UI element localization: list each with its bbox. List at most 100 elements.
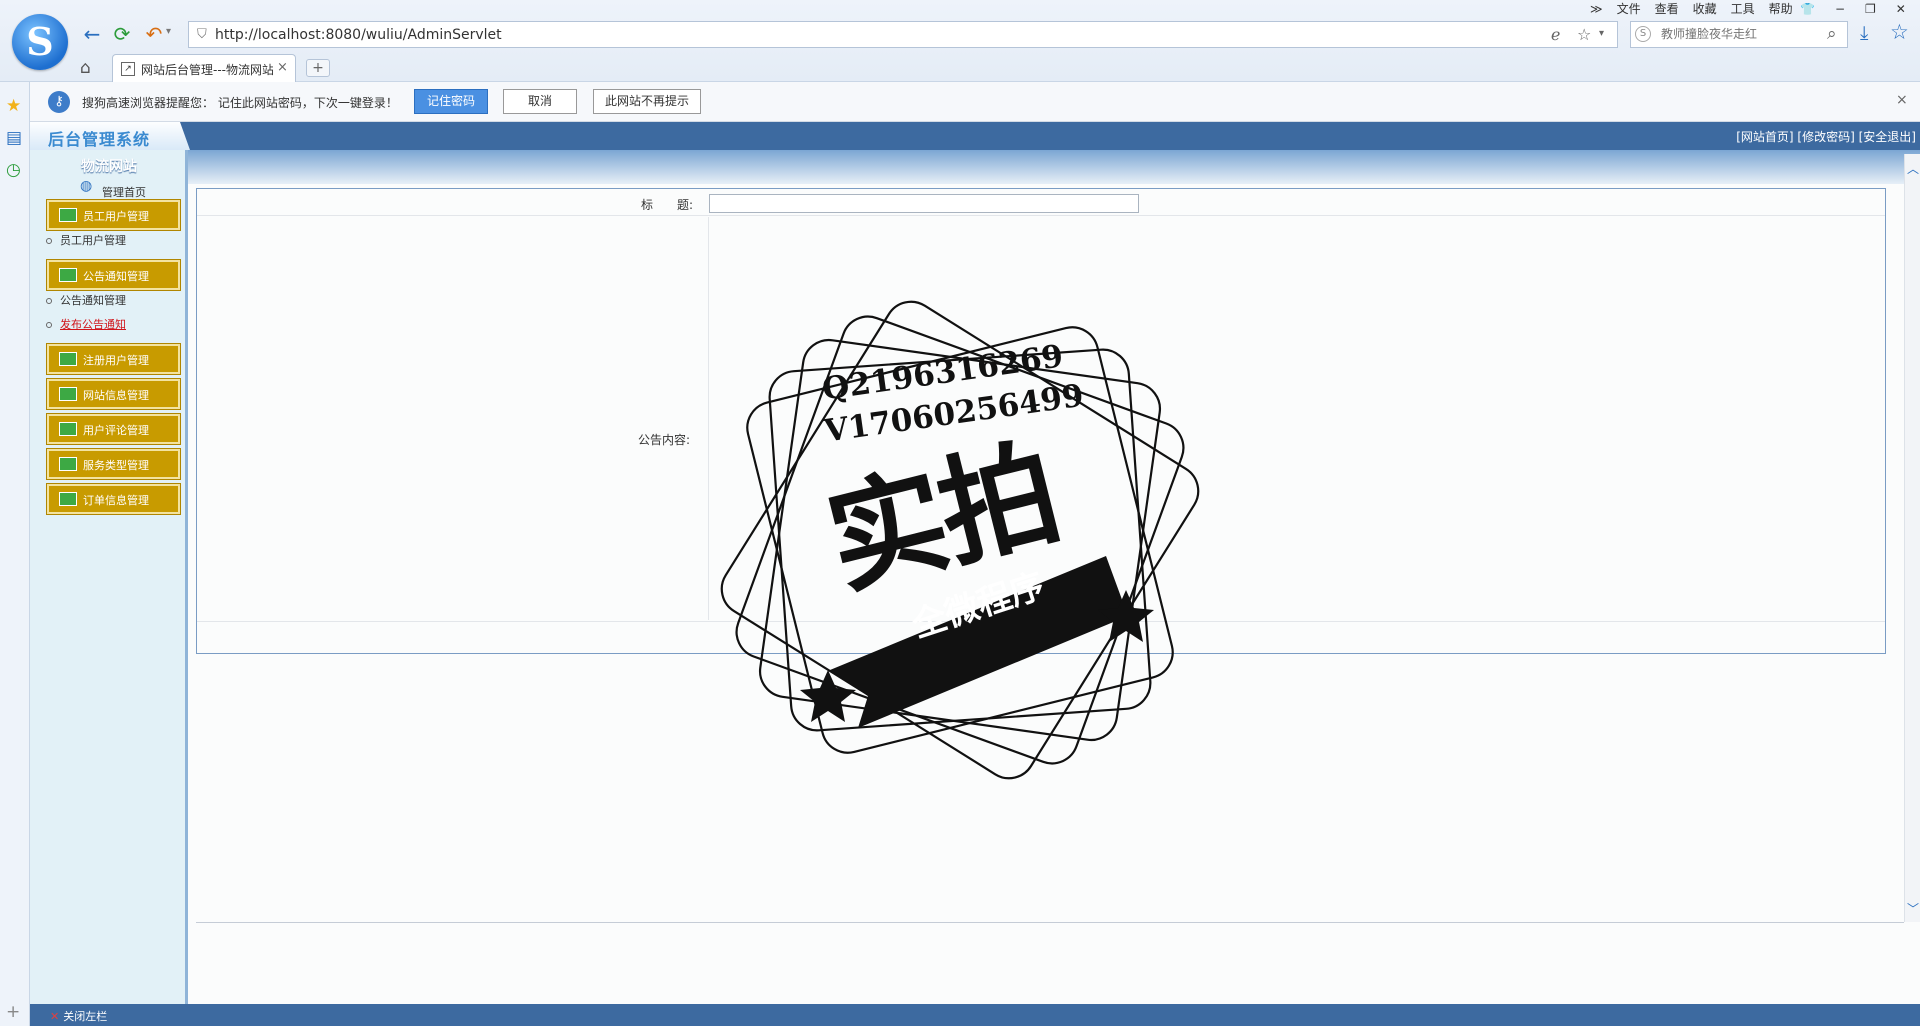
menu-label: 服务类型管理 (83, 459, 149, 472)
minimize-button[interactable]: − (1835, 0, 1845, 18)
scroll-up-icon[interactable]: ︿ (1907, 160, 1919, 177)
link-site-home[interactable]: [网站首页] (1736, 130, 1793, 144)
folder-icon (59, 492, 77, 506)
sub-notices[interactable]: 公告通知管理 (46, 292, 126, 308)
top-links: [网站首页] [修改密码] [安全退出] (1736, 128, 1916, 145)
menu-notices[interactable]: 公告通知管理 (46, 259, 181, 291)
content-label: 公告内容: (638, 433, 691, 447)
browser-titlebar: ← ⟳ ↶ ▾ ⛉ http://localhost:8080/wuliu/Ad… (0, 0, 1920, 82)
left-nav: 物流网站 ◍ 管理首页 员工用户管理 员工用户管理 公告通知管理 公告通知管理 … (30, 150, 188, 1020)
chevron-down-icon[interactable]: ▾ (166, 26, 171, 37)
vertical-scrollbar[interactable]: ︿ ﹀ (1904, 154, 1920, 922)
restore-button[interactable]: ❐ (1865, 0, 1876, 18)
menu-orders[interactable]: 订单信息管理 (46, 483, 181, 515)
close-icon[interactable]: × (1896, 92, 1908, 108)
skin-icon[interactable]: 👕 (1800, 0, 1815, 18)
title-label: 标 题: (641, 198, 694, 212)
folder-icon (59, 457, 77, 471)
link-change-password[interactable]: [修改密码] (1797, 130, 1854, 144)
folder-icon (59, 422, 77, 436)
folder-icon (59, 387, 77, 401)
menu-label: 用户评论管理 (83, 424, 149, 437)
tab-admin[interactable]: ↗ 网站后台管理---物流网站 × (112, 54, 296, 82)
menu-favorites[interactable]: 收藏 (1693, 0, 1717, 18)
menu-file[interactable]: 文件 (1617, 0, 1641, 18)
menu-label: 订单信息管理 (83, 494, 149, 507)
brand-tab: 后台管理系统 (30, 122, 190, 150)
sub-staff-users[interactable]: 员工用户管理 (46, 232, 126, 248)
sub-label: 公告通知管理 (60, 294, 126, 307)
system-title: 后台管理系统 (48, 130, 151, 149)
reading-icon[interactable]: ▤ (6, 128, 22, 148)
menu-label: 员工用户管理 (83, 210, 149, 223)
add-icon[interactable]: + (6, 1002, 20, 1022)
security-shield-icon: ⛉ (197, 27, 207, 42)
menu-view[interactable]: 查看 (1655, 0, 1679, 18)
menu-help[interactable]: 帮助 (1769, 0, 1793, 18)
sub-publish-notice[interactable]: 发布公告通知 (46, 316, 126, 332)
close-icon: ✕ (50, 1010, 60, 1023)
url-text[interactable]: http://localhost:8080/wuliu/AdminServlet (215, 27, 502, 43)
tab-close-icon[interactable]: × (277, 60, 288, 75)
cancel-button[interactable]: 取消 (503, 89, 577, 114)
close-left-label: 关闭左栏 (63, 1010, 108, 1023)
search-engine-icon[interactable]: S (1635, 26, 1651, 42)
remember-password-button[interactable]: 记住密码 (414, 89, 488, 114)
divider (196, 922, 1904, 923)
menu-label: 注册用户管理 (83, 354, 149, 367)
key-icon: ⚷ (48, 91, 70, 113)
browser-menu: ≫ 文件 查看 收藏 工具 帮助 (1590, 0, 1793, 18)
menu-label: 网站信息管理 (83, 389, 149, 402)
chevron-down-icon[interactable]: ▾ (1599, 28, 1604, 39)
search-icon[interactable]: ⌕ (1827, 24, 1837, 44)
bookmark-star-icon[interactable]: ☆ (1577, 25, 1591, 44)
globe-icon: ◍ (80, 178, 93, 194)
sub-label: 员工用户管理 (60, 234, 126, 247)
favorites-star-icon[interactable]: ☆ (1890, 20, 1909, 44)
history-clock-icon[interactable]: ◷ (6, 160, 21, 180)
close-window-button[interactable]: ✕ (1896, 0, 1906, 18)
browser-sidebar: ★ ▤ ◷ + (0, 82, 30, 1026)
admin-home-link[interactable]: 管理首页 (102, 184, 146, 200)
bullet-icon (46, 238, 52, 244)
bullet-icon (46, 322, 52, 328)
new-tab-button[interactable]: + (306, 59, 330, 77)
close-left-panel-button[interactable]: ✕ 关闭左栏 (50, 1008, 107, 1024)
password-prompt-bar: ⚷ 搜狗高速浏览器提醒您： 记住此网站密码，下次一键登录！ 记住密码 取消 此网… (30, 82, 1920, 122)
menu-registered-users[interactable]: 注册用户管理 (46, 343, 181, 375)
site-name: 物流网站 (81, 159, 137, 175)
folder-icon (59, 268, 77, 282)
favorites-icon[interactable]: ★ (6, 96, 21, 116)
back-button[interactable]: ← (80, 22, 104, 46)
scroll-down-icon[interactable]: ﹀ (1907, 900, 1919, 917)
never-remind-button[interactable]: 此网站不再提示 (593, 89, 701, 114)
search-input[interactable] (1661, 27, 1811, 41)
menu-user-comments[interactable]: 用户评论管理 (46, 413, 181, 445)
menu-tools[interactable]: 工具 (1731, 0, 1755, 18)
top-band: 后台管理系统 [网站首页] [修改密码] [安全退出] (30, 122, 1920, 150)
link-logout[interactable]: [安全退出] (1859, 130, 1916, 144)
title-input[interactable] (709, 194, 1139, 213)
menu-label: 公告通知管理 (83, 270, 149, 283)
password-prompt-message: 搜狗高速浏览器提醒您： 记住此网站密码，下次一键登录！ (82, 96, 398, 110)
address-bar[interactable]: ⛉ http://localhost:8080/wuliu/AdminServl… (188, 21, 1618, 48)
undo-close-button[interactable]: ↶ (142, 22, 166, 46)
menu-expand-icon[interactable]: ≫ (1590, 0, 1603, 18)
menu-staff-users[interactable]: 员工用户管理 (46, 199, 181, 231)
download-icon[interactable]: ⤓ (1860, 22, 1868, 44)
page-favicon-icon: ↗ (121, 62, 135, 76)
tab-title: 网站后台管理---物流网站 (141, 63, 273, 77)
title-row: 标 题: (197, 189, 1885, 216)
sub-label: 发布公告通知 (60, 318, 126, 331)
menu-service-types[interactable]: 服务类型管理 (46, 448, 181, 480)
menu-site-info[interactable]: 网站信息管理 (46, 378, 181, 410)
home-icon[interactable]: ⌂ (80, 58, 91, 78)
window-controls: 👕 − ❐ ✕ (1800, 0, 1906, 18)
search-box[interactable]: S ⌕ (1630, 21, 1848, 48)
refresh-button[interactable]: ⟳ (110, 22, 134, 46)
folder-icon (59, 208, 77, 222)
browser-logo-icon (12, 14, 68, 70)
compat-mode-icon[interactable]: ℯ (1551, 25, 1560, 44)
content-label-cell: 公告内容: (197, 217, 709, 620)
bottom-bar: ✕ 关闭左栏 (30, 1004, 1920, 1026)
